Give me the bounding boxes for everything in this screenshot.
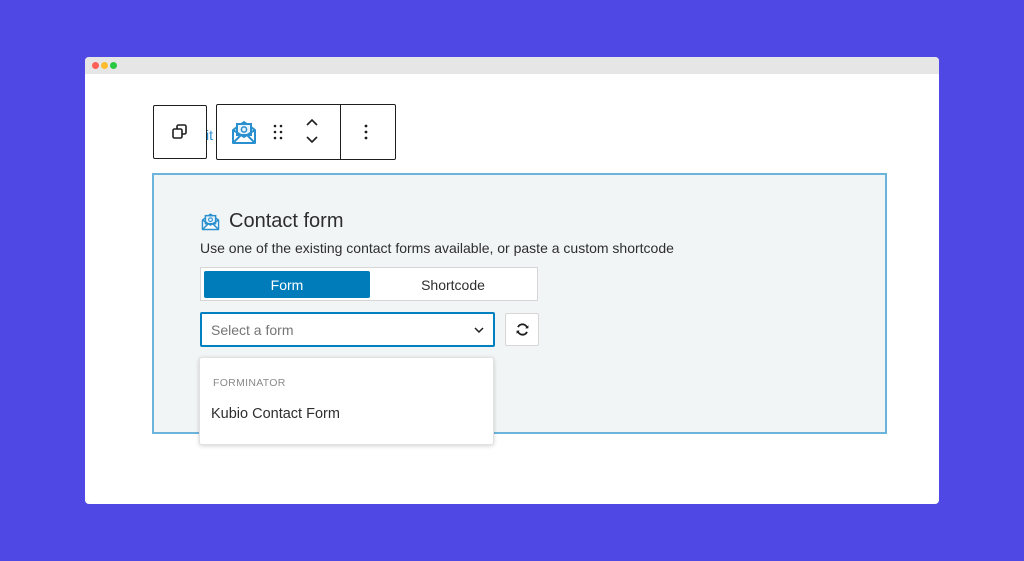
block-description: Use one of the existing contact forms av… [200, 240, 674, 256]
maximize-window-button[interactable] [110, 62, 117, 69]
envelope-email-icon[interactable] [230, 118, 258, 146]
form-select-dropdown: FORMINATOR Kubio Contact Form [199, 357, 494, 445]
drag-handle-icon[interactable] [271, 123, 285, 141]
browser-window: it Contact form Use one of the existing … [85, 57, 939, 504]
partial-link-text: it [206, 127, 213, 143]
duplicate-squares-icon [171, 123, 189, 141]
chevron-down-icon [473, 323, 485, 341]
dropdown-option[interactable]: Kubio Contact Form [211, 406, 340, 422]
refresh-icon [514, 322, 530, 338]
window-titlebar [85, 57, 939, 74]
chevron-down-icon[interactable] [304, 133, 320, 147]
chevron-up-icon[interactable] [304, 115, 320, 129]
refresh-button[interactable] [505, 313, 539, 346]
tab-form[interactable]: Form [204, 271, 370, 298]
block-transform-button[interactable] [153, 105, 207, 159]
minimize-window-button[interactable] [101, 62, 108, 69]
source-toggle: Form Shortcode [200, 267, 538, 301]
envelope-email-icon [200, 212, 220, 232]
block-title: Contact form [229, 210, 344, 232]
form-select-placeholder: Select a form [211, 322, 294, 338]
form-select[interactable]: Select a form [200, 312, 495, 347]
tab-shortcode[interactable]: Shortcode [370, 271, 536, 298]
dropdown-group-label: FORMINATOR [213, 377, 286, 389]
toolbar-divider [340, 105, 341, 159]
block-toolbar [216, 104, 396, 160]
block-title-row: Contact form [200, 210, 343, 233]
close-window-button[interactable] [92, 62, 99, 69]
more-vertical-icon[interactable] [359, 123, 373, 141]
